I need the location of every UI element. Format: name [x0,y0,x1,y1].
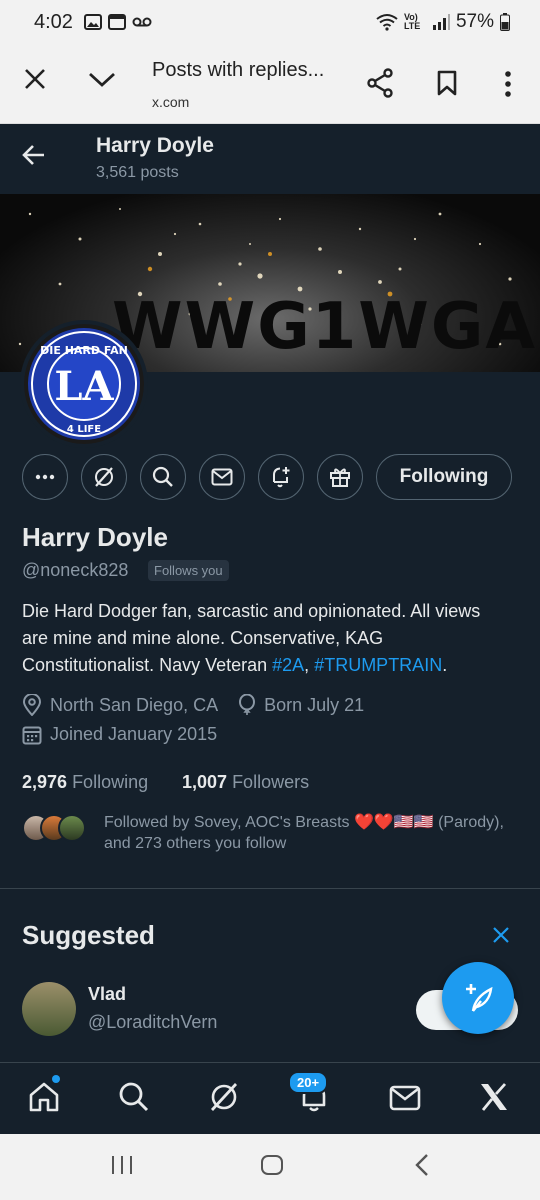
suggested-user-name[interactable]: Vlad [88,984,126,1005]
share-icon[interactable] [366,68,394,98]
search-icon [152,466,173,487]
home-icon[interactable] [28,1081,60,1113]
followers-label: Followers [232,772,310,792]
profile-bio: Die Hard Dodger fan, sarcastic and opini… [22,598,508,679]
status-time: 4:02 [34,11,73,33]
bell-plus-icon [273,467,290,488]
location-text: North San Diego, CA [50,694,219,715]
header-name: Harry Doyle [96,134,214,157]
message-button[interactable] [199,454,245,500]
profile-topbar: Harry Doyle 3,561 posts [0,124,540,194]
section-divider [0,888,540,889]
more-button[interactable] [22,454,68,500]
suggested-user-avatar[interactable] [22,982,76,1036]
follows-you-badge: Follows you [148,560,229,581]
balloon-icon [239,694,256,715]
gallery-icon [84,14,102,30]
mutual-avatar [58,814,86,842]
signal-icon [432,14,450,30]
hashtag-trumptrain[interactable]: #TRUMPTRAIN [314,655,442,675]
profile-page: Harry Doyle 3,561 posts WWG1WGA DIE HARD… [0,124,540,1062]
avatar-text-mid: LA [54,363,114,410]
following-count: 2,976 [22,772,68,792]
joined-row: Joined January 2015 [22,724,217,745]
more-horiz-icon [35,474,55,480]
back-arrow-icon[interactable] [22,144,46,166]
chevron-down-icon[interactable] [88,72,116,88]
followers-count: 1,007 [182,772,228,792]
profile-avatar[interactable]: DIE HARD FAN LA 4 LIFE [20,320,148,448]
grok-button[interactable] [81,454,127,500]
notify-button[interactable] [258,454,304,500]
posts-count: 3,561 posts [96,164,179,181]
gift-button[interactable] [317,454,363,500]
profile-name: Harry Doyle [22,522,168,552]
joined-text: Joined January 2015 [50,724,218,744]
avatar-text-bottom: 4 LIFE [67,424,101,435]
system-nav-bar [0,1134,540,1200]
grok-nav-icon[interactable] [208,1081,240,1113]
bookmark-icon[interactable] [436,70,458,96]
close-icon[interactable] [24,68,46,90]
followed-by-row[interactable]: Followed by Sovey, AOC's Breasts ❤️❤️🇺🇸🇺… [22,812,518,856]
page-url: x.com [152,94,190,110]
profile-meta-row: North San Diego, CA Born July 21 [22,694,364,716]
wifi-icon [376,14,398,31]
suggested-title: Suggested [22,920,155,950]
status-right: Vo) LTE 57% [376,11,510,33]
status-bar: 4:02 Vo) LTE 57% [0,0,540,46]
more-vert-icon[interactable] [504,70,512,98]
page-title: Posts with replies... [152,59,325,81]
messages-icon[interactable] [389,1085,421,1111]
hashtag-2a[interactable]: #2A [272,655,304,675]
x-premium-icon[interactable] [478,1081,510,1113]
avatar-text-top: DIE HARD FAN [40,344,128,357]
followed-by-text: Followed by Sovey, AOC's Breasts ❤️❤️🇺🇸🇺… [104,814,504,852]
voicemail-icon [132,17,152,27]
recent-apps-icon[interactable] [110,1154,134,1176]
battery-percent: 57% [455,11,494,32]
notification-badge: 20+ [288,1071,329,1094]
compose-fab[interactable] [442,962,514,1034]
birthday-text: Born July 21 [264,694,365,715]
location-icon [22,694,42,716]
notification-icons [84,13,152,31]
home-system-icon[interactable] [260,1154,284,1176]
mail-icon [211,468,233,486]
search-nav-icon[interactable] [118,1081,150,1113]
gift-icon [330,468,350,487]
following-stat[interactable]: 2,976 Following [22,772,148,793]
browser-toolbar: Posts with replies... x.com [0,46,540,124]
suggested-user-handle: @LoraditchVern [88,1012,218,1032]
profile-handle: @noneck828 [22,560,129,580]
bottom-nav: 20+ [0,1062,540,1134]
bio-end: . [442,655,448,675]
compose-plus-feather-icon [466,984,493,1012]
calendar-icon [22,726,42,744]
banner-text: WWG1WGA [112,290,537,364]
profile-actions: Following [22,454,518,502]
search-profile-button[interactable] [140,454,186,500]
following-button[interactable]: Following [376,454,512,500]
following-label: Following [72,772,149,792]
avatar-logo: DIE HARD FAN LA 4 LIFE [24,324,144,444]
dismiss-suggested-icon[interactable] [492,926,510,944]
calendar-icon [108,14,126,30]
battery-icon [500,13,510,31]
network-label: Vo) LTE [403,12,421,31]
bio-separator: , [304,655,315,675]
followers-stat[interactable]: 1,007 Followers [182,772,309,793]
grok-icon [95,467,113,487]
back-system-icon[interactable] [414,1152,430,1178]
